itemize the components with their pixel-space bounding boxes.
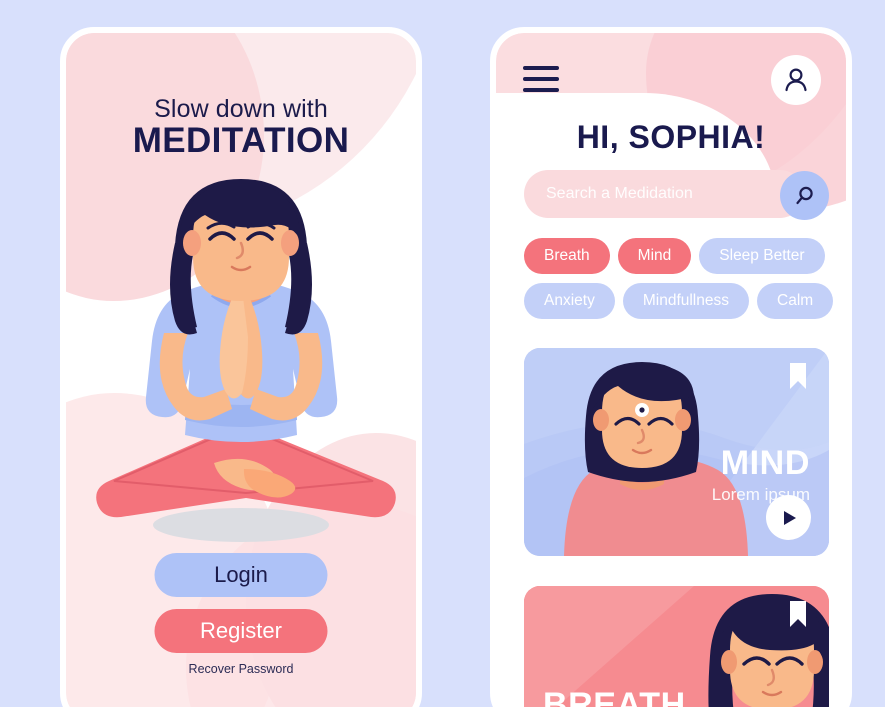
- home-screen-surface: HI, SOPHIA! BreathMindSleep Better Anxiet…: [496, 33, 846, 707]
- category-chip[interactable]: Mindfullness: [622, 283, 749, 319]
- category-chip[interactable]: Calm: [757, 283, 834, 319]
- meditation-card-mind[interactable]: MIND Lorem ipsum: [524, 348, 829, 556]
- phone-login-screen: Slow down with MEDITATION Login Register…: [60, 27, 422, 707]
- category-chip[interactable]: Breath: [524, 238, 610, 274]
- register-button[interactable]: Register: [154, 609, 328, 653]
- avatar[interactable]: [771, 55, 821, 105]
- login-screen-surface: Slow down with MEDITATION Login Register…: [66, 33, 416, 707]
- recover-password-link[interactable]: Recover Password: [66, 662, 416, 676]
- category-chip[interactable]: Mind: [617, 238, 692, 274]
- card-title: MIND: [720, 444, 810, 482]
- category-chip[interactable]: Anxiety: [524, 283, 615, 319]
- user-profile-icon: [785, 68, 807, 92]
- login-subtitle: Slow down with: [154, 95, 328, 123]
- search-icon: [795, 186, 813, 204]
- bookmark-icon[interactable]: [787, 362, 809, 390]
- phone-home-screen: HI, SOPHIA! BreathMindSleep Better Anxiet…: [490, 27, 852, 707]
- search-button[interactable]: [780, 171, 829, 220]
- category-chip[interactable]: Sleep Better: [699, 238, 825, 274]
- login-button[interactable]: Login: [154, 553, 328, 597]
- page-title: HI, SOPHIA!: [576, 119, 766, 155]
- hamburger-menu-icon[interactable]: [523, 66, 559, 92]
- bookmark-icon[interactable]: [787, 600, 809, 628]
- search-input[interactable]: [524, 170, 804, 218]
- play-icon: [783, 510, 796, 525]
- category-chip-list: Breath Mind Sleep Better Anxiety Mindfullnes…: [524, 238, 834, 319]
- search-bar: [524, 170, 829, 220]
- card-title: BREATH: [543, 686, 686, 707]
- meditation-card-breath[interactable]: BREATH: [524, 586, 829, 707]
- login-title: MEDITATION: [132, 121, 350, 160]
- app-mockup-stage: Slow down with MEDITATION Login Register…: [0, 0, 885, 707]
- play-button[interactable]: [766, 495, 811, 540]
- meditating-woman-illustration: [96, 179, 396, 542]
